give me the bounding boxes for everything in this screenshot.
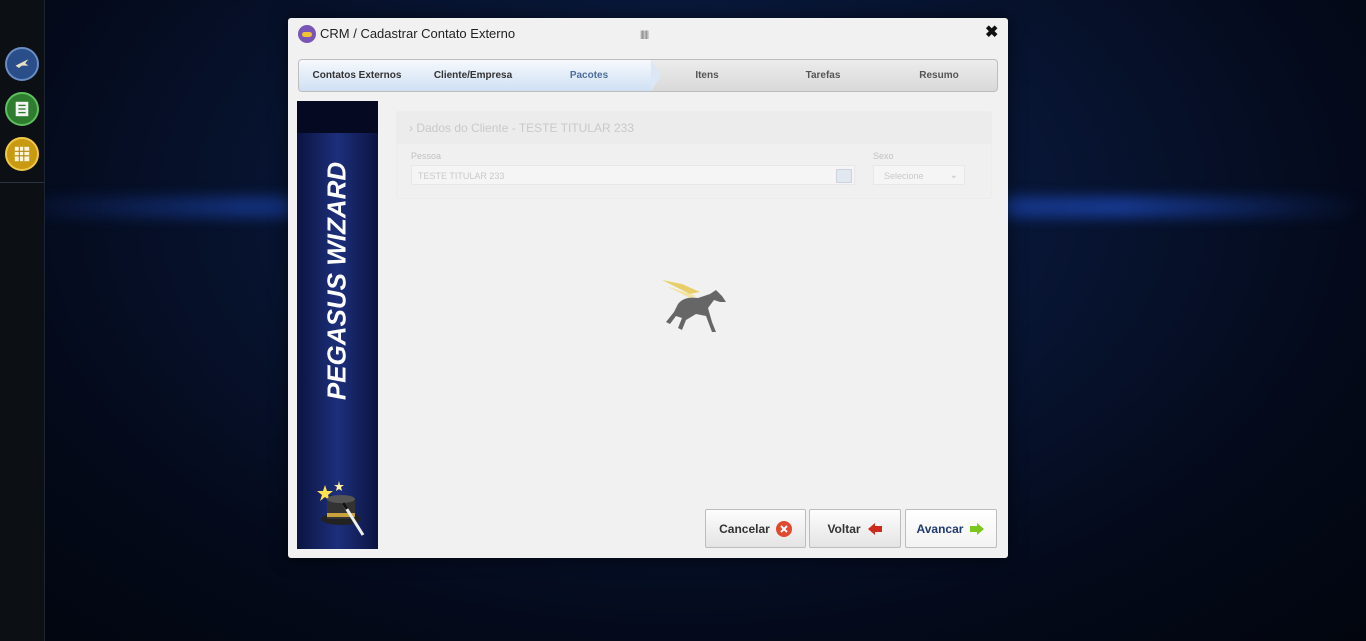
next-label: Avancar xyxy=(916,521,964,536)
cancel-icon xyxy=(775,520,792,537)
sexo-select[interactable]: Selecione ⌄ xyxy=(873,165,965,185)
step-resumo[interactable]: Resumo xyxy=(881,60,997,91)
cancel-label: Cancelar xyxy=(719,521,770,536)
pegasus-wizard-banner: PEGASUS WIZARD xyxy=(297,101,378,549)
back-button[interactable]: Voltar xyxy=(809,509,901,548)
arrow-right-icon xyxy=(970,522,985,535)
sheet-icon xyxy=(15,101,29,117)
crm-logo-icon xyxy=(298,25,316,43)
wizard-modal: CRM / Cadastrar Contato Externo |||||| ✖… xyxy=(288,18,1008,558)
client-data-header[interactable]: › Dados do Cliente - TESTE TITULAR 233 xyxy=(397,112,991,144)
drag-handle[interactable]: |||||| xyxy=(640,29,649,39)
sexo-value: Selecione xyxy=(884,171,924,181)
pegasus-icon xyxy=(15,59,29,68)
modal-header: CRM / Cadastrar Contato Externo |||||| ✖ xyxy=(288,18,1008,50)
cancel-button[interactable]: Cancelar xyxy=(705,509,806,548)
pegasus-loading-icon xyxy=(662,280,726,332)
step-tarefas[interactable]: Tarefas xyxy=(765,60,881,91)
rail-sheet-button[interactable] xyxy=(5,92,39,126)
left-rail xyxy=(0,0,45,641)
arrow-left-icon xyxy=(867,522,882,535)
step-itens[interactable]: Itens xyxy=(649,60,765,91)
chevron-down-icon: ⌄ xyxy=(949,170,958,181)
pessoa-value: TESTE TITULAR 233 xyxy=(418,171,505,181)
next-button[interactable]: Avancar xyxy=(905,509,997,548)
rail-divider xyxy=(0,182,44,183)
modal-title: CRM / Cadastrar Contato Externo xyxy=(320,26,516,41)
back-label: Voltar xyxy=(827,521,861,536)
sexo-label: Sexo xyxy=(873,151,894,161)
pessoa-input[interactable]: TESTE TITULAR 233 xyxy=(411,165,855,185)
close-button[interactable]: ✖ xyxy=(985,24,998,42)
lookup-icon[interactable] xyxy=(836,169,852,183)
magic-hat-icon xyxy=(317,481,365,536)
step-pacotes[interactable]: Pacotes xyxy=(531,60,647,91)
step-cliente-empresa[interactable]: Cliente/Empresa xyxy=(415,60,531,91)
rail-grid-button[interactable] xyxy=(5,137,39,171)
client-data-title: › Dados do Cliente - TESTE TITULAR 233 xyxy=(409,121,634,135)
step-contatos-externos[interactable]: Contatos Externos xyxy=(299,60,415,91)
grid-icon xyxy=(14,146,30,162)
wizard-steps: Contatos Externos Cliente/Empresa Pacote… xyxy=(298,59,998,92)
rail-pegasus-button[interactable] xyxy=(5,47,39,81)
client-data-panel: › Dados do Cliente - TESTE TITULAR 233 P… xyxy=(396,111,992,199)
banner-title: PEGASUS WIZARD xyxy=(321,161,352,401)
pessoa-label: Pessoa xyxy=(411,151,442,161)
